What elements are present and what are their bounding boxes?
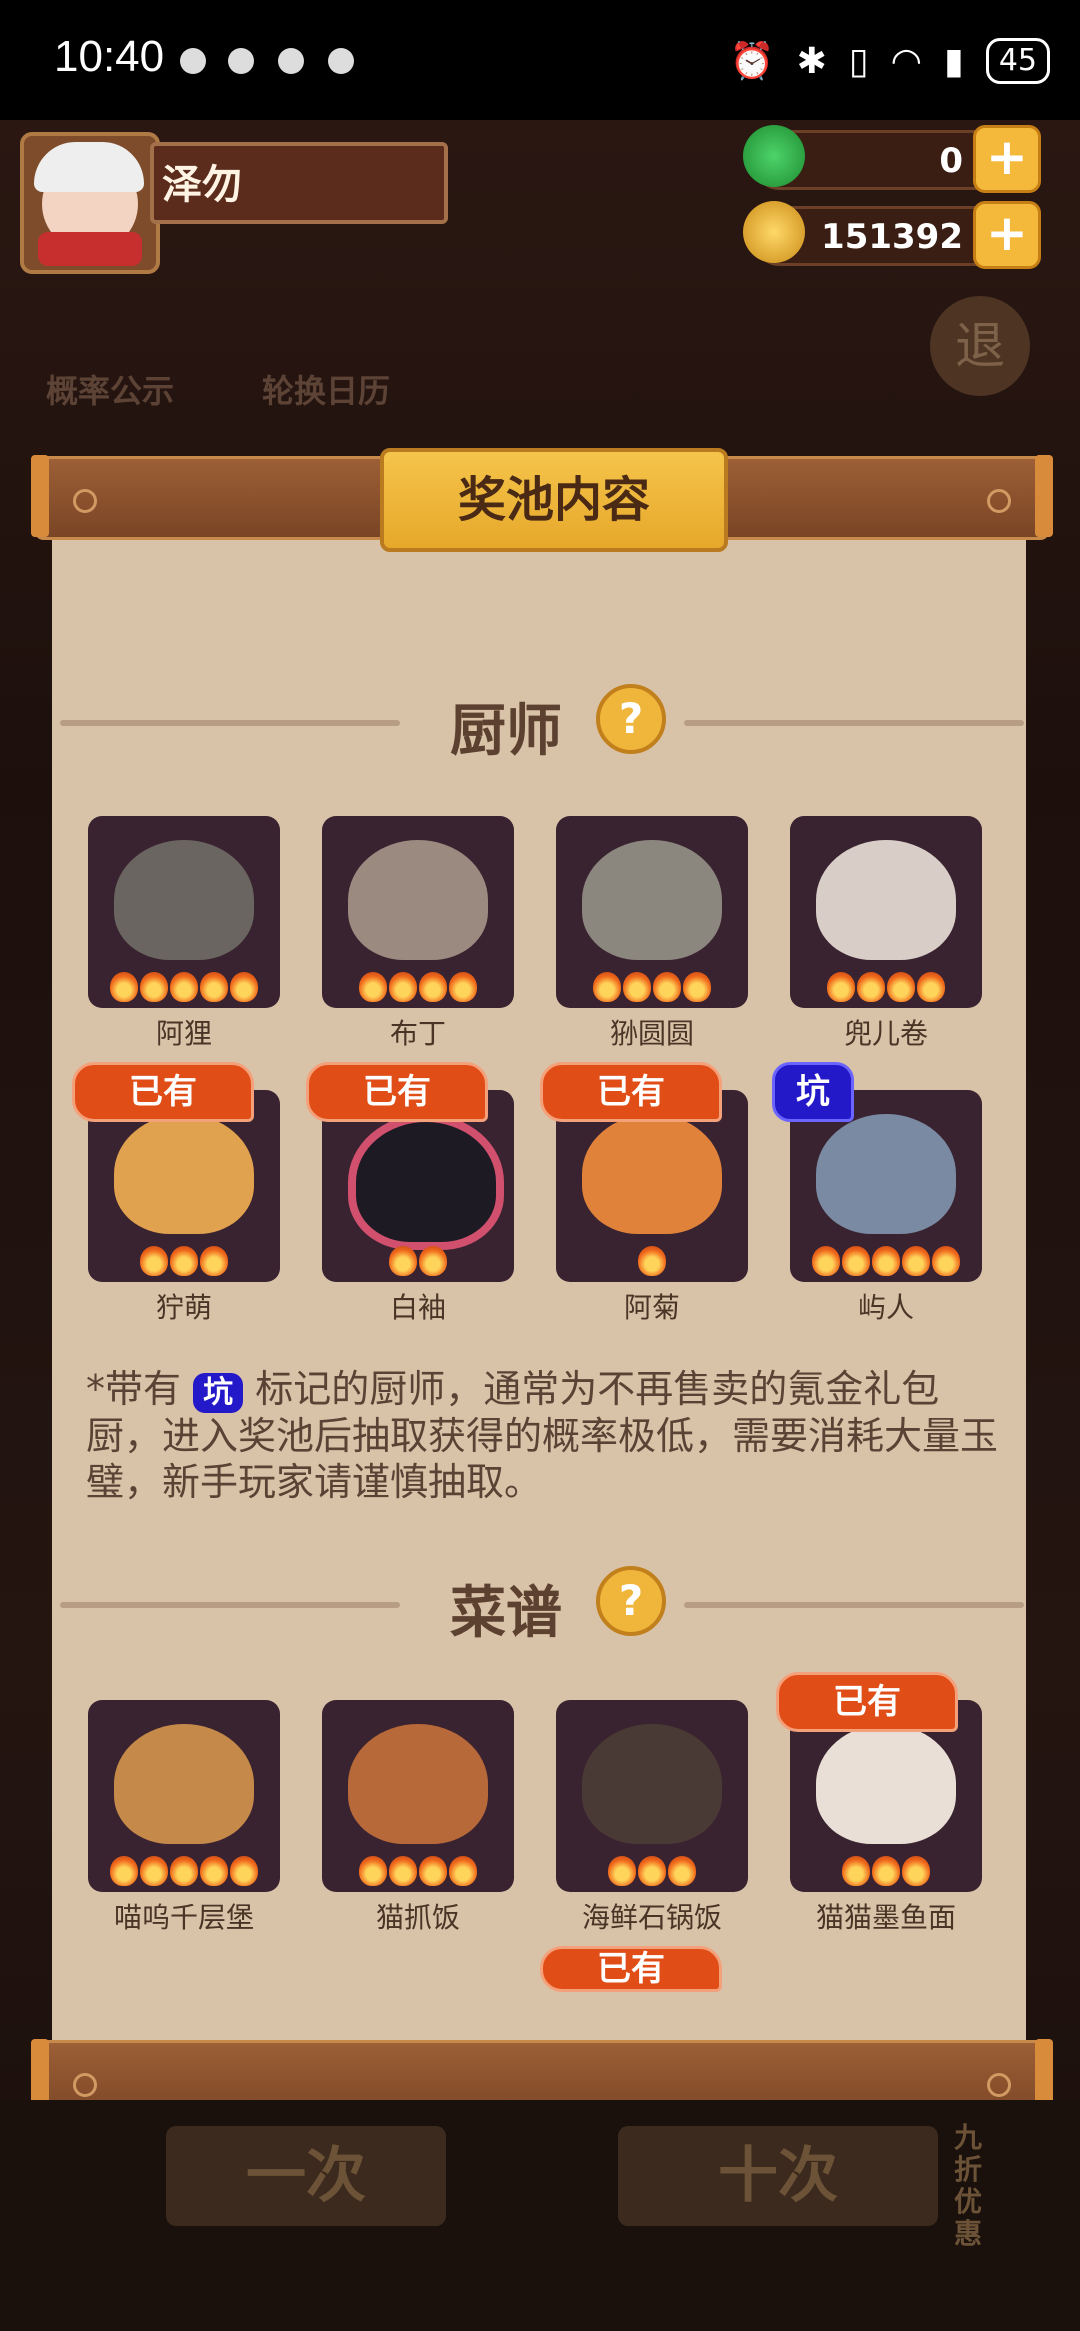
help-icon[interactable]: ? <box>596 684 666 754</box>
chef-card[interactable] <box>790 816 982 1008</box>
chef-portrait <box>816 1114 956 1234</box>
add-coin-button[interactable]: + <box>973 201 1041 269</box>
chef-card[interactable] <box>556 816 748 1008</box>
help-icon[interactable]: ? <box>596 1566 666 1636</box>
chef-section-title: 厨师 <box>450 699 562 764</box>
recipe-name: 海鲜石锅饭 <box>581 1901 722 1934</box>
wifi-icon: ◠ <box>890 40 922 82</box>
owned-badge: 已有 <box>540 1062 722 1122</box>
notification-icon <box>328 48 354 74</box>
recipe-image <box>816 1724 956 1844</box>
jade-icon <box>743 125 805 187</box>
chef-portrait <box>582 840 722 960</box>
modal-title: 奖池内容 <box>380 448 728 552</box>
recipe-name: 猫抓饭 <box>375 1901 460 1934</box>
player-name: 泽勿 <box>162 162 242 208</box>
exit-button[interactable]: 退 <box>930 296 1030 396</box>
discount-label: 九折优惠 <box>954 2121 983 2250</box>
recipe-image <box>582 1724 722 1844</box>
chef-name: 阿狸 <box>155 1017 212 1050</box>
calendar-button[interactable]: 轮换日历 <box>262 366 390 412</box>
recipe-section-header: 菜谱 ? <box>52 1562 1026 1646</box>
chef-name: 兜儿卷 <box>843 1017 928 1050</box>
chef-name: 布丁 <box>389 1017 446 1050</box>
recipe-card[interactable] <box>322 1700 514 1892</box>
draw-ten-button[interactable]: 十次 <box>618 2126 938 2226</box>
draw-once-button[interactable]: 一次 <box>166 2126 446 2226</box>
chef-name: 狲圆圆 <box>609 1017 694 1050</box>
chef-portrait <box>114 840 254 960</box>
notification-icon <box>278 48 304 74</box>
pit-badge: 坑 <box>772 1062 854 1122</box>
player-avatar[interactable] <box>20 132 160 274</box>
chef-portrait <box>816 840 956 960</box>
recipe-image <box>348 1724 488 1844</box>
chef-portrait <box>582 1114 722 1234</box>
recipe-card[interactable] <box>88 1700 280 1892</box>
signal-icon: ▮ <box>944 40 964 82</box>
chef-name: 白袖 <box>389 1291 446 1324</box>
recipe-image <box>114 1724 254 1844</box>
chef-card[interactable] <box>322 816 514 1008</box>
chef-name: 狞萌 <box>155 1291 212 1324</box>
coin-value: 151392 <box>821 217 963 257</box>
jade-currency: 0 + <box>743 125 1041 193</box>
owned-badge: 已有 <box>776 1672 958 1732</box>
chef-name: 阿菊 <box>623 1291 680 1324</box>
probability-button[interactable]: 概率公示 <box>46 366 174 412</box>
pit-note: *带有 坑 标记的厨师，通常为不再售卖的氪金礼包厨，进入奖池后抽取获得的概率极低… <box>86 1366 1006 1505</box>
alarm-icon: ⏰ <box>729 41 775 82</box>
recipe-name: 猫猫墨鱼面 <box>815 1901 956 1934</box>
chef-portrait <box>114 1114 254 1234</box>
recipe-card[interactable] <box>556 1700 748 1892</box>
coin-icon <box>743 201 805 263</box>
chef-portrait <box>348 1114 504 1250</box>
chef-name: 屿人 <box>857 1291 914 1324</box>
owned-badge: 已有 <box>306 1062 488 1122</box>
status-bar: 10:40 ⏰ ✱ ▯ ◠ ▮ 45 <box>0 0 1080 120</box>
chef-section-header: 厨师 ? <box>52 680 1026 764</box>
bluetooth-icon: ✱ <box>796 40 827 82</box>
chef-card[interactable] <box>88 816 280 1008</box>
avatar-hat <box>34 142 144 192</box>
owned-badge-partial: 已有 <box>540 1946 722 1992</box>
chef-portrait <box>348 840 488 960</box>
status-time: 10:40 <box>54 32 165 81</box>
owned-badge: 已有 <box>72 1062 254 1122</box>
recipe-section-title: 菜谱 <box>450 1581 562 1646</box>
battery-indicator: 45 <box>985 38 1050 84</box>
jade-value: 0 <box>939 141 963 181</box>
recipe-name: 喵呜千层堡 <box>113 1901 254 1934</box>
add-jade-button[interactable]: + <box>973 125 1041 193</box>
note-prefix: *带有 <box>86 1367 182 1411</box>
avatar-scarf <box>38 232 142 266</box>
system-icons: ⏰ ✱ ▯ ◠ ▮ 45 <box>730 38 1050 84</box>
notification-icon <box>228 48 254 74</box>
coin-currency: 151392 + <box>743 201 1041 269</box>
notification-icon <box>180 48 206 74</box>
pit-tag: 坑 <box>193 1373 244 1413</box>
vibrate-icon: ▯ <box>848 40 869 82</box>
